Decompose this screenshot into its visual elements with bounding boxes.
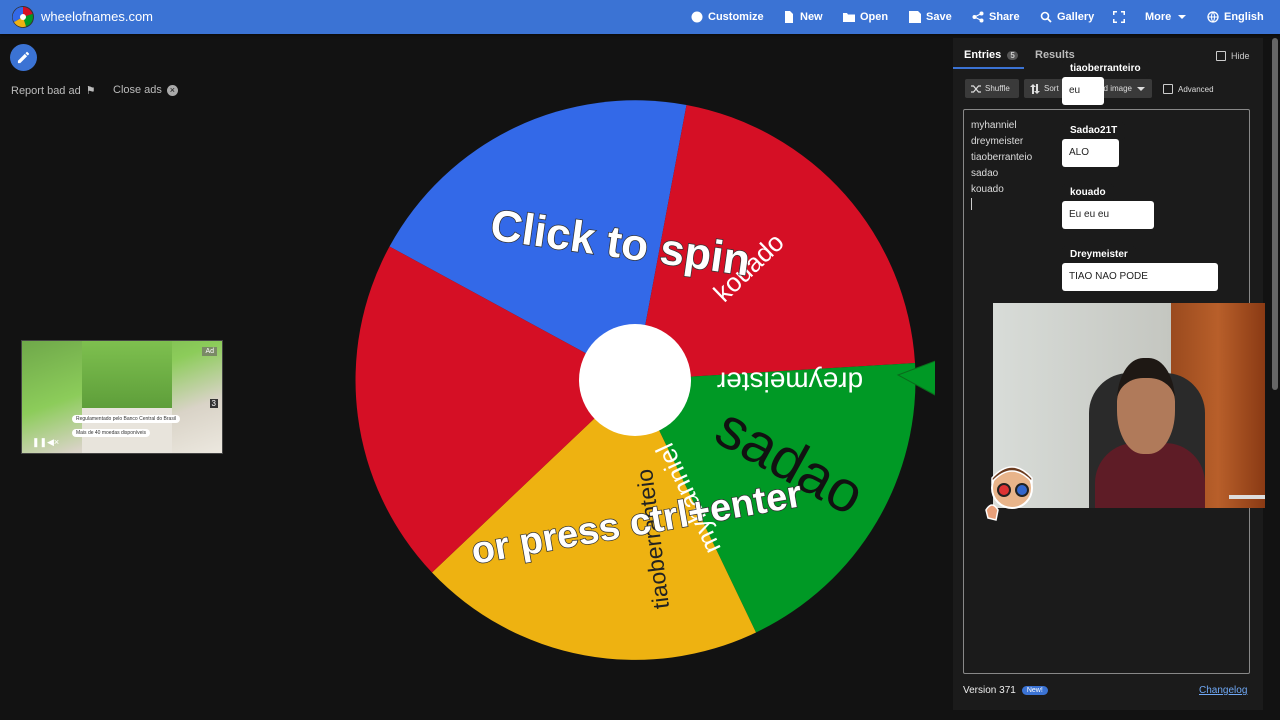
site-title[interactable]: wheelofnames.com xyxy=(41,9,153,24)
save-icon xyxy=(909,11,921,23)
wheel-label-dreymeister: dreymeister xyxy=(717,367,863,398)
pencil-icon xyxy=(17,51,30,64)
ad-text-line: Mais de 40 moedas disponíveis xyxy=(72,429,151,437)
ad-badge: Ad xyxy=(202,347,217,356)
open-label: Open xyxy=(860,11,889,23)
video-ad[interactable]: Ad Regulamentado pelo Banco Central do B… xyxy=(21,340,223,454)
chat-message: ALO xyxy=(1062,139,1119,167)
entries-text: myhanniel dreymeister tiaoberranteio sad… xyxy=(971,118,1032,198)
fullscreen-icon xyxy=(1113,11,1125,23)
cartoon-avatar-icon xyxy=(985,466,1033,521)
tab-entries-label: Entries xyxy=(964,49,1002,61)
avatar-sticker xyxy=(982,460,1044,522)
report-bad-ad-label: Report bad ad xyxy=(11,84,81,97)
top-bar: wheelofnames.com Customize New Open Save… xyxy=(0,0,1280,34)
search-icon xyxy=(1040,11,1052,23)
advanced-label: Advanced xyxy=(1178,84,1214,94)
text-cursor xyxy=(971,198,972,210)
shuffle-icon xyxy=(971,84,981,93)
chat-message: Eu eu eu xyxy=(1062,201,1154,229)
hide-checkbox[interactable]: Hide xyxy=(1216,51,1250,61)
edit-button[interactable] xyxy=(10,44,37,71)
mute-icon[interactable]: ◀× xyxy=(47,437,59,448)
flag-icon: ⚑ xyxy=(85,85,96,97)
changelog-link[interactable]: Changelog xyxy=(1199,685,1247,696)
customize-label: Customize xyxy=(708,11,764,23)
chat-username: Dreymeister xyxy=(1062,246,1136,264)
entries-count-badge: 5 xyxy=(1007,51,1018,60)
chevron-down-icon xyxy=(1178,15,1187,19)
new-badge: New! xyxy=(1021,686,1048,695)
shuffle-label: Shuffle xyxy=(985,84,1010,93)
share-button[interactable]: Share xyxy=(972,0,1020,34)
language-label: English xyxy=(1224,11,1264,23)
hide-checkbox-box[interactable] xyxy=(1216,51,1226,61)
advanced-checkbox[interactable]: Advanced xyxy=(1163,84,1214,94)
ad-counter: 3 xyxy=(209,399,218,408)
sort-icon xyxy=(1030,83,1040,94)
sort-button[interactable]: Sort xyxy=(1024,79,1066,98)
webcam-shelf xyxy=(1229,495,1265,499)
new-button[interactable]: New xyxy=(783,0,823,34)
language-button[interactable]: English xyxy=(1207,0,1264,34)
save-label: Save xyxy=(926,11,952,23)
webcam-person-head xyxy=(1117,358,1175,454)
more-menu-button[interactable]: More xyxy=(1145,0,1188,34)
chat-username: Sadao21T xyxy=(1062,122,1126,140)
fullscreen-button[interactable] xyxy=(1113,0,1125,34)
entry-line: myhanniel xyxy=(971,120,1017,131)
chat-message: eu xyxy=(1062,77,1104,105)
gallery-label: Gallery xyxy=(1057,11,1095,23)
entry-line: kouado xyxy=(971,184,1004,195)
folder-icon xyxy=(843,13,855,22)
shuffle-button[interactable]: Shuffle xyxy=(965,79,1019,98)
share-label: Share xyxy=(989,11,1020,23)
add-image-label: d image xyxy=(1103,84,1132,93)
spin-wheel[interactable]: myhanniel kouado sadao tiaoberranteio dr… xyxy=(335,80,935,680)
tab-entries[interactable]: Entries 5 xyxy=(964,49,1018,61)
chat-username: tiaoberranteiro xyxy=(1062,60,1149,78)
save-button[interactable]: Save xyxy=(909,0,952,34)
chat-message: TIAO NAO PODE xyxy=(1062,263,1218,291)
close-ads-link[interactable]: Close ads × xyxy=(113,84,178,96)
pause-icon[interactable]: ❚❚ xyxy=(32,437,47,448)
more-label: More xyxy=(1145,11,1172,23)
report-bad-ad-link[interactable]: Report bad ad ⚑ xyxy=(11,84,96,98)
hide-label: Hide xyxy=(1231,51,1250,61)
active-tab-indicator xyxy=(953,67,1024,69)
new-label: New xyxy=(800,11,823,23)
entry-line: tiaoberranteio xyxy=(971,152,1033,163)
ad-text-line: Regulamentado pelo Banco Central do Bras… xyxy=(72,415,181,423)
chevron-down-icon xyxy=(1137,86,1145,91)
globe-icon xyxy=(1207,11,1219,23)
version-label: Version 371 xyxy=(963,685,1016,696)
open-button[interactable]: Open xyxy=(843,0,888,34)
chat-username: kouado xyxy=(1062,184,1114,202)
share-icon xyxy=(972,11,984,23)
sort-label: Sort xyxy=(1044,84,1059,93)
close-icon: × xyxy=(166,84,178,96)
close-ads-label: Close ads xyxy=(113,84,162,96)
file-icon xyxy=(785,11,793,23)
advanced-checkbox-box[interactable] xyxy=(1163,84,1173,94)
customize-button[interactable]: Customize xyxy=(691,0,764,34)
wheel-hub xyxy=(579,324,691,436)
wheel-logo-icon[interactable] xyxy=(11,5,35,29)
palette-icon xyxy=(691,11,703,23)
version-info: Version 371 New! xyxy=(963,685,1048,696)
page-scrollbar[interactable] xyxy=(1272,38,1278,390)
gallery-button[interactable]: Gallery xyxy=(1040,0,1094,34)
entry-line: dreymeister xyxy=(971,136,1024,147)
entry-line: sadao xyxy=(971,168,999,179)
